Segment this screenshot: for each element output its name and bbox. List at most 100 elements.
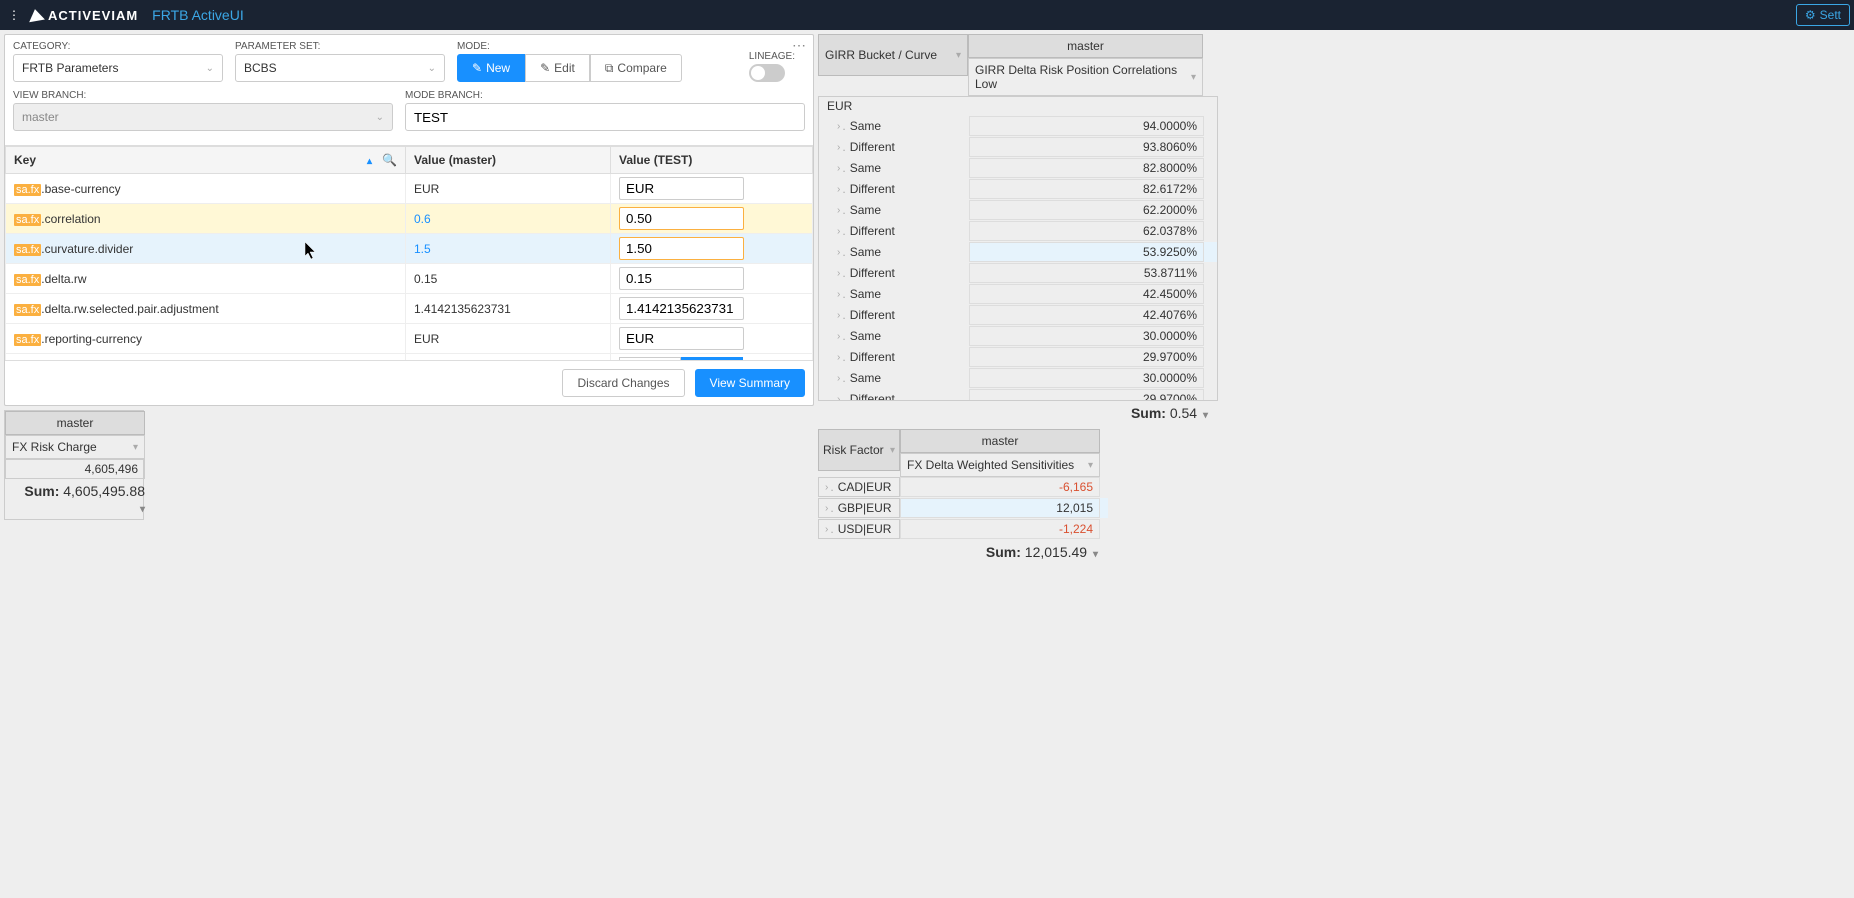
mode-compare-button[interactable]: ⧉ Compare: [590, 54, 682, 82]
expand-icon[interactable]: ›: [825, 524, 828, 535]
value-input[interactable]: [619, 297, 744, 320]
girr-currency[interactable]: EUR: [819, 97, 969, 115]
value-input[interactable]: [619, 327, 744, 350]
mode-new-button[interactable]: ✎ New: [457, 54, 525, 82]
girr-row[interactable]: ›.Different42.4076%: [819, 305, 1217, 326]
expand-icon[interactable]: ›: [837, 352, 840, 363]
parameter-grid: Key ▴ 🔍 Value (master) Value (TEST): [5, 146, 813, 360]
value-input[interactable]: [619, 207, 744, 230]
expand-icon[interactable]: ›: [837, 289, 840, 300]
girr-row[interactable]: ›.Different53.8711%: [819, 263, 1217, 284]
girr-row[interactable]: ›.Same30.0000%: [819, 326, 1217, 347]
paramset-label: PARAMETER SET:: [235, 41, 445, 52]
girr-row[interactable]: ›.Different62.0378%: [819, 221, 1217, 242]
girr-row[interactable]: ›.Different93.8060%: [819, 137, 1217, 158]
expand-icon[interactable]: ›: [837, 373, 840, 384]
value-input[interactable]: [619, 177, 744, 200]
value-test-cell[interactable]: [611, 324, 813, 354]
expand-icon[interactable]: ›: [837, 247, 840, 258]
fx-charge-subheader[interactable]: FX Risk Charge ▾: [5, 435, 145, 459]
girr-row[interactable]: ›.Same62.2000%: [819, 200, 1217, 221]
value-master-cell: 1.4142135623731: [406, 294, 611, 324]
fx-charge-value: 4,605,496: [5, 459, 145, 479]
girr-name-cell: ›.Same: [819, 368, 969, 388]
view-branch-select[interactable]: master ⌄: [13, 103, 393, 131]
expand-icon[interactable]: ›: [837, 163, 840, 174]
paramset-select[interactable]: BCBS ⌄: [235, 54, 445, 82]
expand-icon[interactable]: ›: [837, 394, 840, 402]
true-button[interactable]: TRUE: [619, 357, 681, 360]
value-input[interactable]: [619, 237, 744, 260]
param-row[interactable]: sa.fx.delta.rw0.15: [6, 264, 813, 294]
girr-row[interactable]: ›.Same82.8000%: [819, 158, 1217, 179]
expand-icon[interactable]: ›: [837, 184, 840, 195]
key-prefix: sa.fx: [14, 214, 41, 226]
chevron-down-icon[interactable]: ▾: [140, 504, 145, 515]
value-master-cell: FALSE: [406, 354, 611, 361]
param-row[interactable]: sa.fx.curvature.divider1.5: [6, 234, 813, 264]
param-row[interactable]: sa.fx.delta.rw.selected.pair.adjustment1…: [6, 294, 813, 324]
param-row[interactable]: sa.fx.base-currencyEUR: [6, 174, 813, 204]
girr-value-cell: 30.0000%: [969, 326, 1204, 346]
menu-dots-icon[interactable]: ⋮: [8, 8, 20, 22]
col-header-test[interactable]: Value (TEST): [611, 147, 813, 174]
rf-row[interactable]: ›.USD|EUR-1,224: [818, 519, 1108, 540]
value-input[interactable]: [619, 267, 744, 290]
girr-value-cell: 30.0000%: [969, 368, 1204, 388]
key-rest: .delta.rw.selected.pair.adjustment: [41, 302, 218, 316]
value-master-cell: EUR: [406, 174, 611, 204]
expand-icon[interactable]: ›: [837, 310, 840, 321]
key-rest: .base-currency: [41, 182, 120, 196]
girr-row[interactable]: ›.Same94.0000%: [819, 116, 1217, 137]
rf-subheader[interactable]: FX Delta Weighted Sensitivities ▾: [900, 453, 1100, 477]
risk-factor-panel: Risk Factor ▾ master FX Delta Weighted S…: [818, 429, 1108, 564]
girr-row[interactable]: ›.Same30.0000%: [819, 368, 1217, 389]
value-test-cell[interactable]: TRUEFALSE: [611, 354, 813, 361]
key-prefix: sa.fx: [14, 334, 41, 346]
edit-icon: ✎: [472, 61, 482, 75]
rf-row[interactable]: ›.CAD|EUR-6,165: [818, 477, 1108, 498]
chevron-down-icon[interactable]: ▾: [1093, 549, 1098, 560]
expand-icon[interactable]: ›: [837, 121, 840, 132]
settings-button[interactable]: ⚙ Sett: [1796, 4, 1850, 26]
girr-subheader[interactable]: GIRR Delta Risk Position Correlations Lo…: [968, 58, 1203, 96]
girr-bucket-header[interactable]: GIRR Bucket / Curve ▾: [818, 34, 968, 76]
mode-edit-button[interactable]: ✎ Edit: [525, 54, 590, 82]
param-row[interactable]: sa.fx.use.base-currencyFALSETRUEFALSE: [6, 354, 813, 361]
girr-row[interactable]: ›.Different29.9700%: [819, 389, 1217, 401]
value-test-cell[interactable]: [611, 294, 813, 324]
false-button[interactable]: FALSE: [681, 357, 743, 360]
expand-icon[interactable]: ›: [837, 226, 840, 237]
value-test-cell[interactable]: [611, 234, 813, 264]
sort-asc-icon[interactable]: ▴: [367, 156, 372, 167]
girr-row[interactable]: ›.Same42.4500%: [819, 284, 1217, 305]
expand-icon[interactable]: ›: [837, 268, 840, 279]
expand-icon[interactable]: ›: [837, 142, 840, 153]
value-test-cell[interactable]: [611, 264, 813, 294]
mode-branch-input[interactable]: [405, 103, 805, 131]
panel-more-icon[interactable]: ⋯: [792, 37, 807, 54]
value-test-cell[interactable]: [611, 174, 813, 204]
param-row[interactable]: sa.fx.correlation0.6: [6, 204, 813, 234]
chevron-down-icon[interactable]: ▾: [1203, 410, 1208, 421]
rf-row[interactable]: ›.GBP|EUR12,015: [818, 498, 1108, 519]
rf-master-header: master: [900, 429, 1100, 453]
expand-icon[interactable]: ›: [837, 331, 840, 342]
expand-icon[interactable]: ›: [837, 205, 840, 216]
param-row[interactable]: sa.fx.reporting-currencyEUR: [6, 324, 813, 354]
girr-row[interactable]: ›.Different29.9700%: [819, 347, 1217, 368]
girr-row[interactable]: ›.Different82.6172%: [819, 179, 1217, 200]
col-header-key[interactable]: Key ▴ 🔍: [6, 147, 406, 174]
category-select[interactable]: FRTB Parameters ⌄: [13, 54, 223, 82]
value-test-cell[interactable]: [611, 204, 813, 234]
rf-header[interactable]: Risk Factor ▾: [818, 429, 900, 471]
view-summary-button[interactable]: View Summary: [695, 369, 805, 397]
search-icon[interactable]: 🔍: [382, 153, 397, 167]
discard-button[interactable]: Discard Changes: [562, 369, 684, 397]
rf-name-cell: ›.CAD|EUR: [818, 477, 900, 497]
girr-row[interactable]: ›.Same53.9250%: [819, 242, 1217, 263]
col-header-master[interactable]: Value (master): [406, 147, 611, 174]
expand-icon[interactable]: ›: [825, 482, 828, 493]
lineage-toggle[interactable]: [749, 64, 785, 82]
expand-icon[interactable]: ›: [825, 503, 828, 514]
